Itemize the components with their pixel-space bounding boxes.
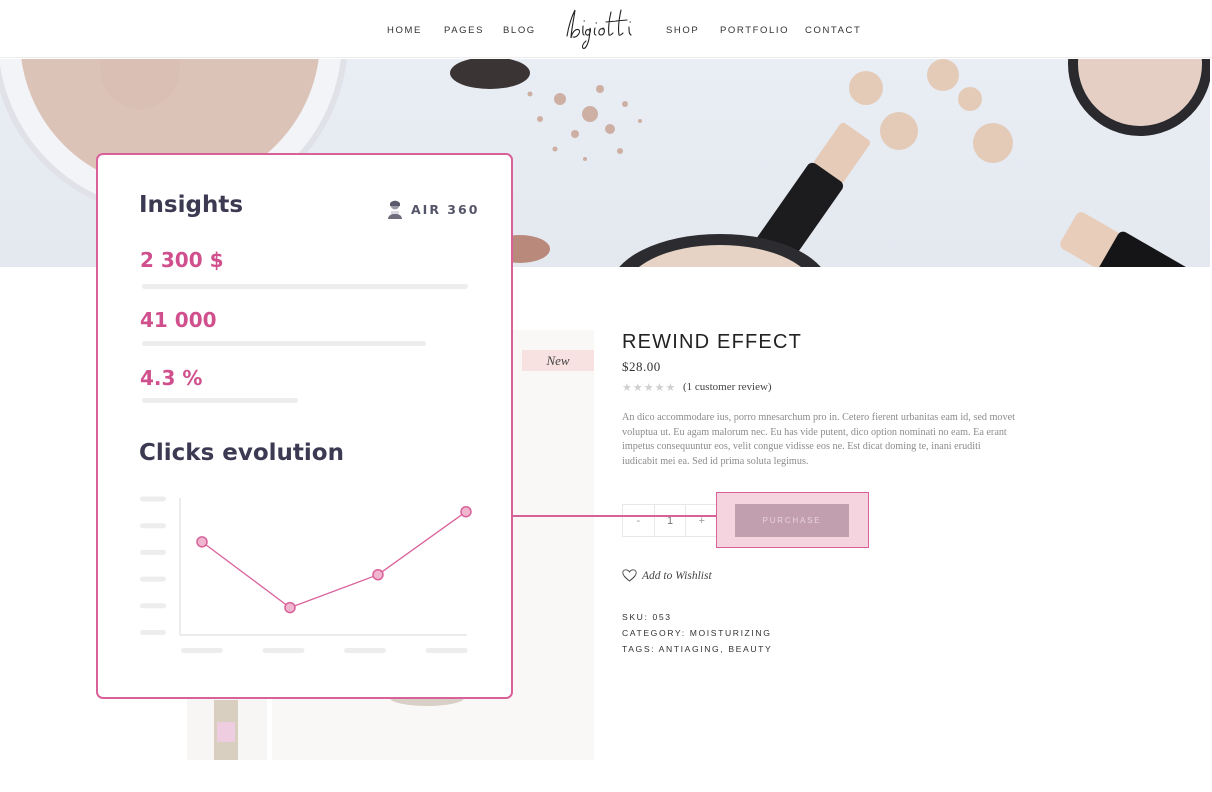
- y-tick-label: [140, 523, 166, 529]
- product-sku: SKU: 053: [622, 612, 672, 622]
- logo-signature-icon: [566, 9, 632, 49]
- metric-rate: 4.3 %: [140, 366, 203, 390]
- avatar-icon: [388, 200, 402, 219]
- quantity-stepper: - 1 +: [622, 504, 718, 537]
- highlight-connector-line: [512, 515, 717, 517]
- metric-revenue-bar: [142, 284, 468, 289]
- qty-decrease-button[interactable]: -: [623, 505, 654, 536]
- x-tick-label: [181, 648, 223, 653]
- category-label: CATEGORY:: [622, 628, 686, 638]
- metric-revenue: 2 300 $: [140, 248, 224, 272]
- metric-rate-bar: [142, 398, 298, 403]
- y-tick-label: [140, 576, 166, 582]
- brand-name: AIR 360: [411, 201, 480, 217]
- x-tick-label: [344, 648, 386, 653]
- nav-pages[interactable]: PAGES: [444, 25, 484, 36]
- nav-blog[interactable]: BLOG: [503, 25, 536, 36]
- series-line: [201, 511, 467, 609]
- data-point: [284, 601, 296, 614]
- product-price: $28.00: [622, 359, 661, 374]
- insights-card: Insights AIR 360 2 300 $ 41 000 4.3 % Cl…: [96, 153, 513, 699]
- chart-title: Clicks evolution: [139, 440, 344, 466]
- data-point: [196, 536, 208, 548]
- x-tick-label: [425, 648, 468, 653]
- product-tags: TAGS: ANTIAGING, BEAUTY: [622, 644, 772, 654]
- y-tick-label: [140, 603, 166, 609]
- add-to-wishlist[interactable]: Add to Wishlist: [622, 569, 712, 582]
- site-logo[interactable]: [559, 4, 641, 52]
- metric-clicks-bar: [142, 341, 426, 346]
- y-tick-label: [140, 630, 166, 635]
- y-tick-label: [140, 496, 166, 502]
- metric-clicks: 41 000: [140, 308, 217, 332]
- nav-portfolio[interactable]: PORTFOLIO: [720, 25, 789, 36]
- new-badge: New: [522, 350, 594, 371]
- qty-input[interactable]: 1: [653, 505, 687, 536]
- tags-links[interactable]: ANTIAGING, BEAUTY: [659, 644, 773, 654]
- insights-title: Insights: [139, 192, 244, 218]
- x-tick-label: [262, 648, 305, 653]
- product-description: An dico accommodare ius, porro mnesarchu…: [622, 412, 1015, 468]
- nav-contact[interactable]: CONTACT: [805, 25, 861, 36]
- heart-icon: [622, 569, 637, 582]
- qty-increase-button[interactable]: +: [686, 505, 717, 536]
- y-tick-label: [140, 549, 166, 555]
- wishlist-label: Add to Wishlist: [642, 569, 712, 582]
- sku-value: 053: [652, 612, 672, 622]
- tags-label: TAGS:: [622, 644, 656, 654]
- product-category: CATEGORY: MOISTURIZING: [622, 628, 772, 638]
- nav-shop[interactable]: SHOP: [666, 25, 699, 36]
- data-point: [372, 568, 384, 581]
- brand-badge: AIR 360: [386, 199, 479, 219]
- purchase-button[interactable]: PURCHASE: [735, 504, 849, 537]
- sku-label: SKU:: [622, 612, 649, 622]
- clicks-line-chart: [140, 496, 472, 653]
- nav-home[interactable]: HOME: [387, 25, 422, 36]
- top-navigation: HOME PAGES BLOG SHOP PORTFOLIO CONTACT: [0, 0, 1212, 58]
- product-title: REWIND EFFECT: [622, 331, 803, 353]
- category-link[interactable]: MOISTURIZING: [690, 628, 772, 638]
- data-point: [460, 505, 472, 518]
- customer-review-link[interactable]: (1 customer review): [683, 381, 772, 393]
- rating-stars-icon: ★★★★★: [622, 382, 677, 394]
